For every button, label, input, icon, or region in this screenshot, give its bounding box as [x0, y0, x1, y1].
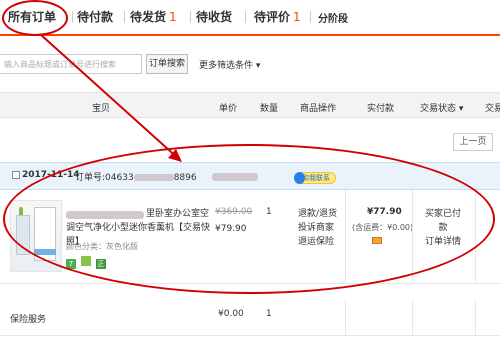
table-header: 宝贝 单价 数量 商品操作 实付款 交易状态 ▾ 交易 — [0, 92, 500, 118]
header-quantity: 数量 — [260, 104, 279, 114]
tab-label: 待付款 — [77, 10, 114, 24]
search-bar: 输入商品标题或订单号进行搜索 订单搜索 更多筛选条件 ▾ — [0, 54, 500, 74]
divider — [412, 300, 413, 336]
header-item-actions: 商品操作 — [300, 104, 337, 114]
tab-label: 待发货 — [130, 10, 167, 24]
more-filters-link[interactable]: 更多筛选条件 ▾ — [199, 58, 260, 71]
header-item: 宝贝 — [92, 104, 111, 114]
annotation-ellipse-tab — [2, 0, 68, 36]
insurance-quantity: 1 — [266, 309, 272, 319]
tab-count: 1 — [293, 10, 301, 24]
divider — [310, 11, 311, 23]
divider — [345, 300, 346, 336]
tab-label: 待评价 — [254, 10, 291, 24]
insurance-row: 保险服务 ¥0.00 1 — [0, 300, 500, 336]
header-status: 交易状态 ▾ — [420, 101, 463, 114]
tab-label: 分阶段 — [318, 14, 348, 25]
insurance-price: ¥0.00 — [218, 309, 244, 319]
header-price: 单价 — [219, 104, 238, 114]
chevron-down-icon: ▾ — [458, 104, 464, 114]
divider — [475, 300, 476, 336]
divider — [72, 11, 73, 23]
chevron-down-icon: ▾ — [255, 61, 261, 71]
divider — [124, 11, 125, 23]
tab-pending-receipt[interactable]: 待收货 — [196, 8, 232, 25]
insurance-label: 保险服务 — [10, 315, 47, 325]
annotation-ellipse-item — [3, 144, 495, 294]
divider — [245, 11, 246, 23]
order-tabs: 所有订单 待付款 待发货 1 待收货 待评价 1 分阶段 — [0, 0, 500, 36]
header-paid: 实付款 — [367, 104, 395, 114]
search-input[interactable]: 输入商品标题或订单号进行搜索 — [0, 54, 142, 74]
more-filters-label: 更多筛选条件 — [199, 61, 254, 71]
order-checkbox[interactable] — [12, 171, 20, 179]
search-button[interactable]: 订单搜索 — [146, 54, 188, 74]
tab-count: 1 — [169, 10, 177, 24]
prev-page-button[interactable]: 上一页 — [453, 133, 493, 151]
tab-pending-review[interactable]: 待评价 1 — [254, 8, 301, 25]
tab-label: 待收货 — [196, 10, 233, 24]
tab-pending-shipment[interactable]: 待发货 1 — [130, 8, 177, 25]
tab-staged[interactable]: 分阶段 — [318, 10, 348, 25]
divider — [190, 11, 191, 23]
tab-pending-payment[interactable]: 待付款 — [77, 8, 113, 25]
header-status-label: 交易状态 — [420, 104, 457, 114]
header-trade: 交易 — [485, 104, 500, 114]
